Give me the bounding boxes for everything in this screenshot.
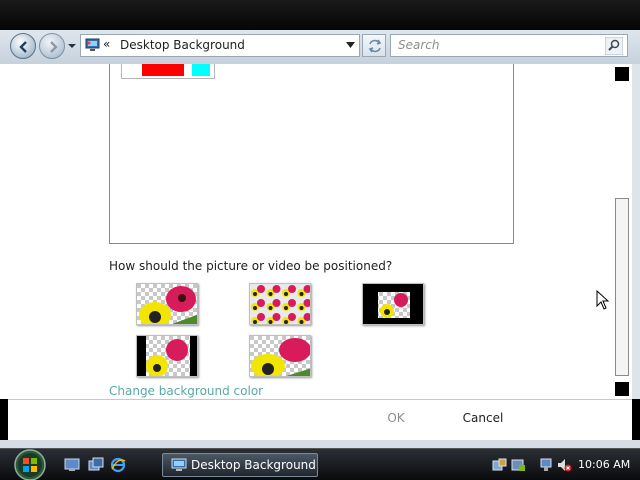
address-box[interactable]: « Desktop Background (80, 34, 360, 57)
scroll-up-button[interactable] (615, 67, 629, 81)
start-button-icon[interactable] (10, 449, 50, 480)
back-button[interactable] (10, 33, 36, 59)
mouse-cursor-icon (596, 290, 610, 310)
scroll-down-button[interactable] (615, 382, 629, 396)
picture-thumbnail[interactable] (121, 64, 215, 79)
position-fill-option[interactable] (136, 283, 198, 325)
internet-explorer-icon[interactable] (110, 457, 126, 473)
tray-device-icon[interactable] (510, 457, 526, 473)
change-background-color-link[interactable]: Change background color (109, 384, 263, 398)
content-area: How should the picture or video be posit… (8, 64, 618, 399)
tray-network-share-icon[interactable] (492, 457, 508, 473)
taskbar-window-button[interactable]: Desktop Background (162, 453, 318, 477)
search-icon[interactable] (605, 37, 623, 55)
dialog-footer: OK Cancel (8, 400, 632, 440)
cancel-button[interactable]: Cancel (448, 411, 518, 429)
window-frame: « Desktop Background Search How should t… (0, 0, 640, 448)
search-placeholder: Search (398, 38, 440, 52)
position-tile-option[interactable] (249, 283, 311, 325)
taskbar-window-label: Desktop Background (191, 458, 316, 472)
switch-windows-icon[interactable] (88, 457, 104, 473)
address-toolbar: « Desktop Background Search (0, 30, 640, 64)
tray-volume-muted-icon[interactable] (556, 457, 572, 473)
window-right-border (632, 64, 640, 399)
ok-button[interactable]: OK (361, 411, 431, 429)
breadcrumb-chevron[interactable]: « (103, 37, 110, 51)
search-box[interactable]: Search (390, 34, 628, 57)
position-fit-option[interactable] (136, 335, 198, 377)
picture-list[interactable] (109, 64, 514, 244)
address-dropdown-icon[interactable] (346, 42, 355, 48)
control-panel-icon (171, 458, 187, 471)
window-bottom-border (0, 440, 640, 448)
taskbar: Desktop Background 10:06 AM (0, 448, 640, 480)
control-panel-icon (85, 38, 100, 51)
scroll-thumb[interactable] (615, 198, 629, 376)
tray-network-icon[interactable] (538, 457, 554, 473)
refresh-icon (368, 39, 382, 53)
forward-arrow-icon (50, 41, 58, 53)
title-bar[interactable] (0, 0, 640, 30)
back-arrow-icon (19, 41, 27, 53)
taskbar-clock[interactable]: 10:06 AM (578, 458, 630, 471)
position-center-option[interactable] (362, 283, 424, 325)
refresh-button[interactable] (362, 34, 386, 57)
vertical-scrollbar[interactable] (612, 64, 632, 399)
show-desktop-icon[interactable] (64, 457, 80, 473)
breadcrumb-location[interactable]: Desktop Background (120, 38, 245, 52)
recent-pages-dropdown-icon[interactable] (67, 41, 77, 51)
window-left-border (0, 64, 8, 399)
position-stretch-option[interactable] (249, 335, 311, 377)
forward-button[interactable] (39, 33, 65, 59)
position-question: How should the picture or video be posit… (109, 259, 393, 273)
